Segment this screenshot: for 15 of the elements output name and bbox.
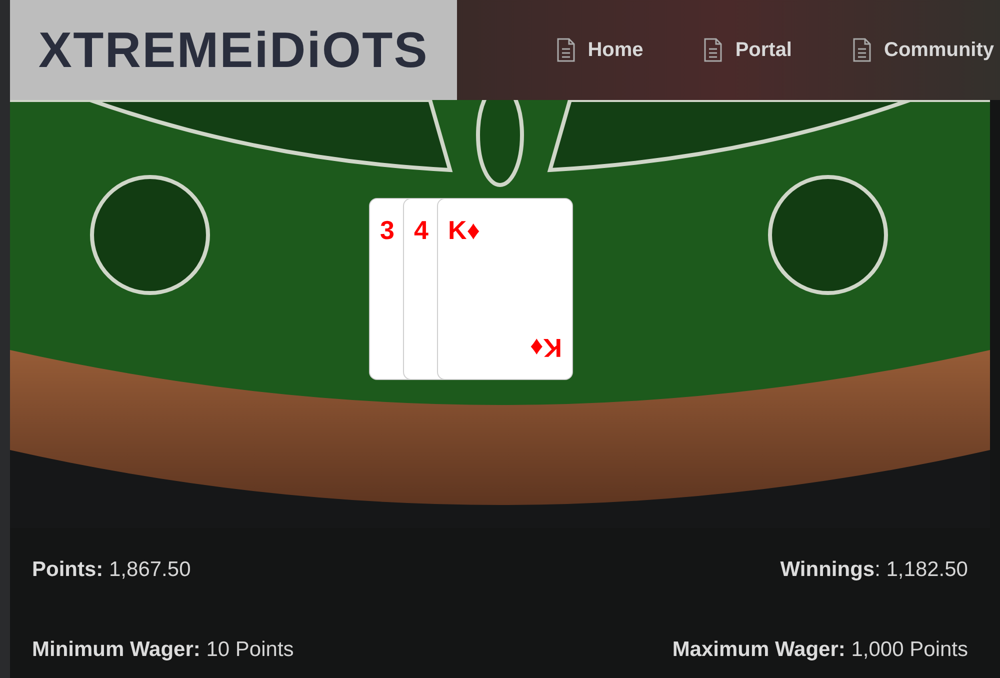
document-icon <box>703 38 724 62</box>
card-rank: K♦ <box>530 335 562 361</box>
stat-text: Minimum Wager: 10 Points <box>32 636 295 662</box>
stat-text: Maximum Wager: 1,000 Points <box>671 636 968 662</box>
card-rank: 4 <box>414 217 428 243</box>
logo[interactable]: XTREMEiDiOTS <box>10 0 457 100</box>
nav-link[interactable]: Portal <box>703 35 792 65</box>
document-icon <box>556 38 576 62</box>
nav-link[interactable]: Home <box>556 35 644 65</box>
nav-link[interactable]: Community <box>852 35 994 65</box>
stat-text: Winnings: 1,182.50 <box>779 557 968 583</box>
card-rank: K♦ <box>448 217 480 243</box>
card-rank: 3 <box>380 217 394 243</box>
document-icon <box>852 38 872 62</box>
stat-text: Points: 1,867.50 <box>32 557 192 583</box>
